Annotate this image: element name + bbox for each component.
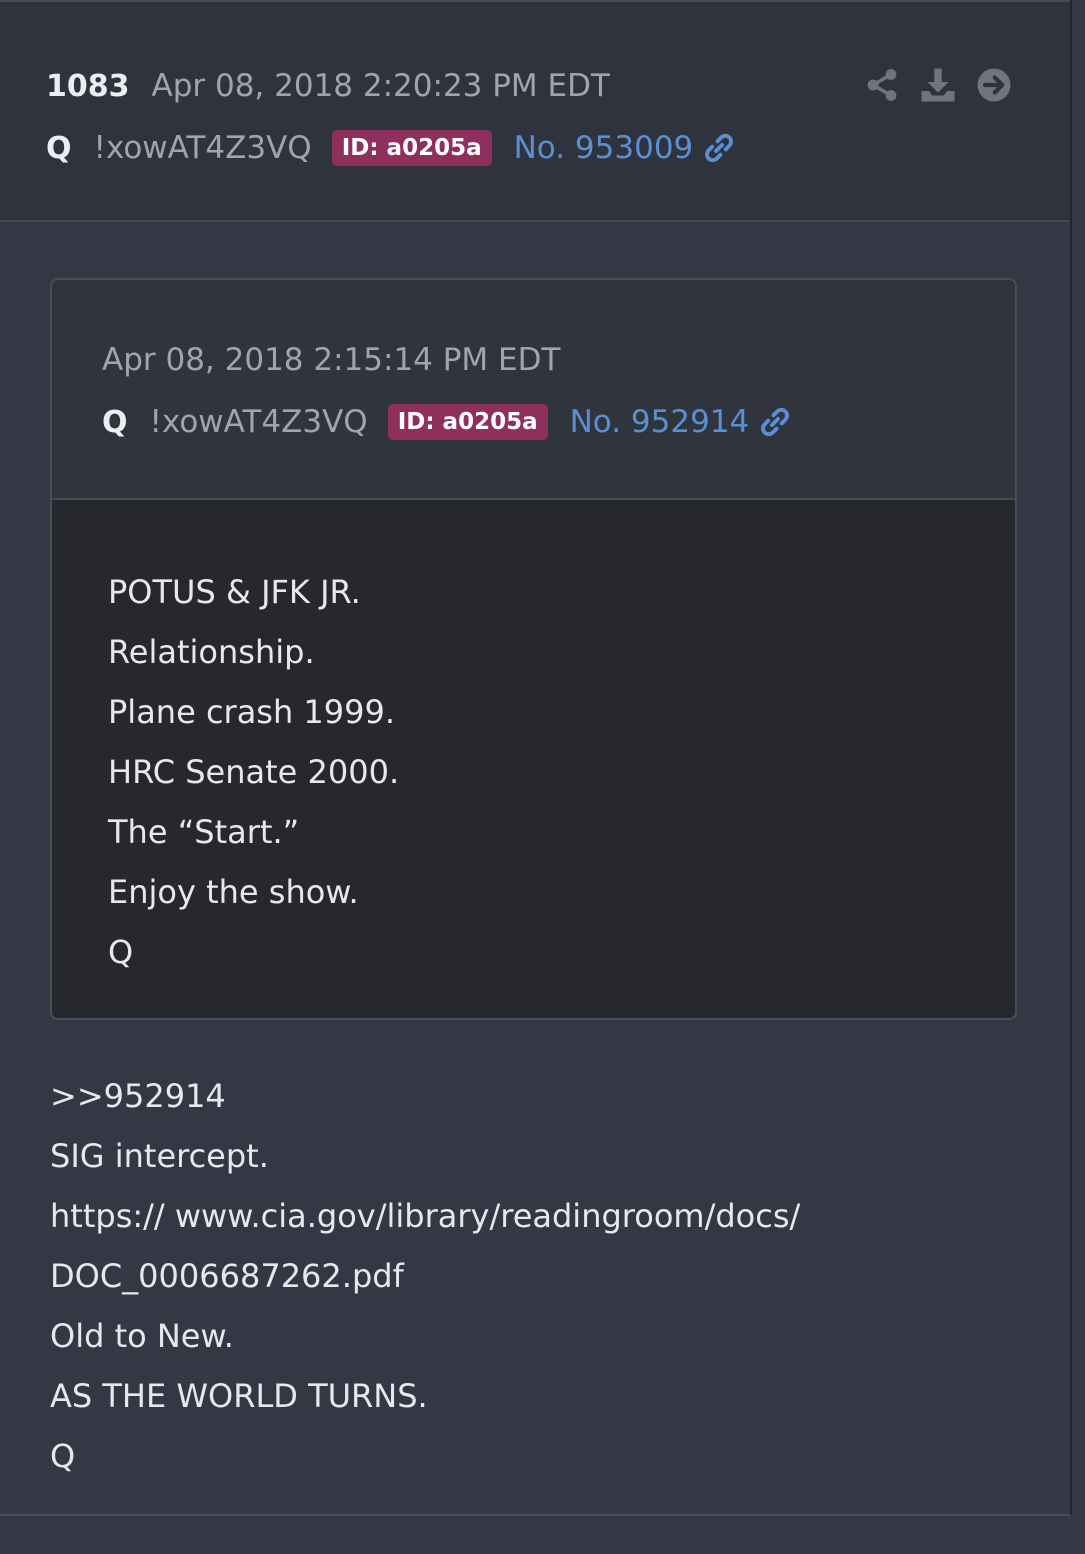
post-text-line: Q	[50, 1437, 76, 1475]
quoted-text: POTUS & JFK JR. Relationship. Plane cras…	[108, 562, 399, 982]
quoted-text-line: Enjoy the show.	[108, 873, 359, 911]
post-text-line: https:// www.cia.gov/library/readingroom…	[50, 1197, 801, 1235]
quoted-post: Apr 08, 2018 2:15:14 PM EDT Q !xowAT4Z3V…	[50, 278, 1017, 1020]
quoted-text-line: HRC Senate 2000.	[108, 753, 400, 791]
quoted-post-link-label: No. 952914	[569, 404, 750, 440]
post-text-line: SIG intercept.	[50, 1137, 269, 1175]
post-meta-line: 1083 Apr 08, 2018 2:20:23 PM EDT	[46, 66, 610, 106]
post-text-line: DOC_0006687262.pdf	[50, 1257, 404, 1295]
quoted-post-body: POTUS & JFK JR. Relationship. Plane cras…	[52, 500, 1015, 1018]
post-header: 1083 Apr 08, 2018 2:20:23 PM EDT Q !xowA…	[0, 0, 1070, 222]
post-text-line: AS THE WORLD TURNS.	[50, 1377, 428, 1415]
post-tripcode: !xowAT4Z3VQ	[93, 130, 312, 166]
quoted-author: Q	[102, 404, 128, 440]
id-badge[interactable]: ID: a0205a	[331, 130, 492, 166]
share-icon[interactable]	[864, 67, 900, 103]
quoted-timestamp: Apr 08, 2018 2:15:14 PM EDT	[102, 342, 561, 378]
post-number: 1083	[46, 68, 130, 104]
post-link[interactable]: No. 953009	[514, 130, 738, 166]
post-timestamp: Apr 08, 2018 2:20:23 PM EDT	[151, 68, 610, 104]
quoted-meta-line: Apr 08, 2018 2:15:14 PM EDT	[102, 340, 560, 380]
link-icon[interactable]	[701, 130, 737, 166]
quoted-post-header: Apr 08, 2018 2:15:14 PM EDT Q !xowAT4Z3V…	[52, 280, 1015, 500]
quoted-id-badge[interactable]: ID: a0205a	[387, 404, 548, 440]
quoted-tripcode: !xowAT4Z3VQ	[149, 404, 368, 440]
post-body-text: >>952914 SIG intercept. https:// www.cia…	[50, 1066, 800, 1486]
link-icon[interactable]	[757, 404, 793, 440]
post-author: Q	[46, 130, 72, 166]
quoted-text-line: Relationship.	[108, 633, 315, 671]
post-card: 1083 Apr 08, 2018 2:20:23 PM EDT Q !xowA…	[0, 0, 1072, 1516]
quoted-text-line: The “Start.”	[108, 813, 300, 851]
quoted-text-line: Plane crash 1999.	[108, 693, 396, 731]
arrow-right-circle-icon[interactable]	[976, 67, 1012, 103]
quoted-post-link[interactable]: No. 952914	[570, 404, 794, 440]
download-icon[interactable]	[920, 67, 956, 103]
post-author-line: Q !xowAT4Z3VQ ID: a0205a No. 953009	[46, 126, 737, 170]
quoted-author-line: Q !xowAT4Z3VQ ID: a0205a No. 952914	[102, 400, 793, 444]
post-actions	[864, 65, 1032, 105]
post-text-line: Old to New.	[50, 1317, 234, 1355]
quoted-text-line: Q	[108, 933, 134, 971]
quoted-text-line: POTUS & JFK JR.	[108, 573, 361, 611]
post-text-line: >>952914	[50, 1077, 226, 1115]
post-link-label: No. 953009	[513, 130, 694, 166]
